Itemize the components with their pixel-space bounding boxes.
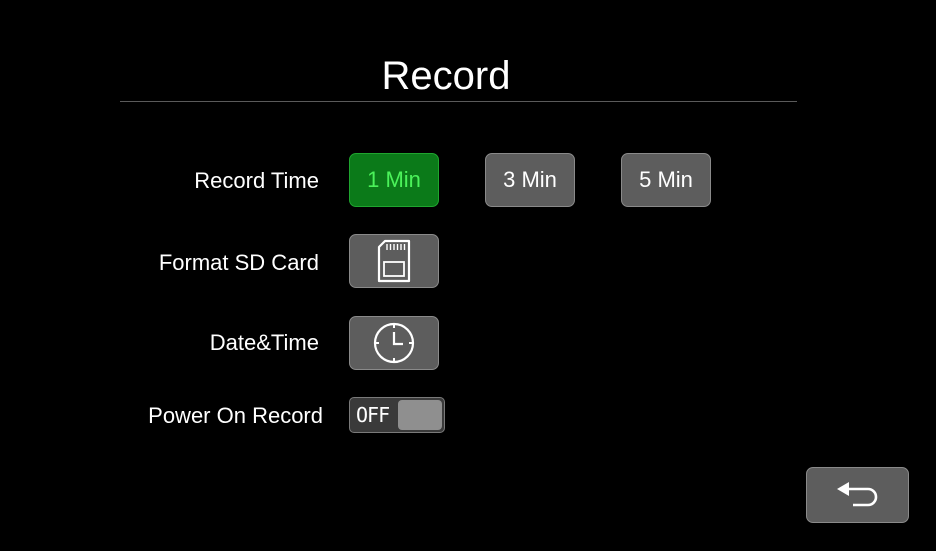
record-time-1min-button[interactable]: 1 Min: [349, 153, 439, 207]
record-time-3min-button[interactable]: 3 Min: [485, 153, 575, 207]
back-button[interactable]: [806, 467, 909, 523]
toggle-state-label: OFF: [356, 403, 390, 427]
toggle-knob: [398, 400, 442, 430]
format-sd-card-button[interactable]: [349, 234, 439, 288]
title-divider: [120, 101, 797, 102]
date-time-label: Date&Time: [209, 330, 319, 355]
record-settings-screen: Record Record Time 1 Min 3 Min 5 Min For…: [0, 0, 936, 551]
power-on-record-label: Power On Record: [148, 403, 323, 428]
back-arrow-icon: [836, 482, 877, 507]
page-title: Record: [381, 54, 511, 98]
clock-icon: [373, 322, 415, 364]
sd-card-icon: [377, 239, 411, 283]
date-time-button[interactable]: [349, 316, 439, 370]
power-on-record-toggle[interactable]: OFF: [349, 397, 445, 433]
record-time-label: Record Time: [194, 168, 319, 193]
format-sd-card-label: Format SD Card: [158, 250, 319, 275]
record-time-5min-button[interactable]: 5 Min: [621, 153, 711, 207]
